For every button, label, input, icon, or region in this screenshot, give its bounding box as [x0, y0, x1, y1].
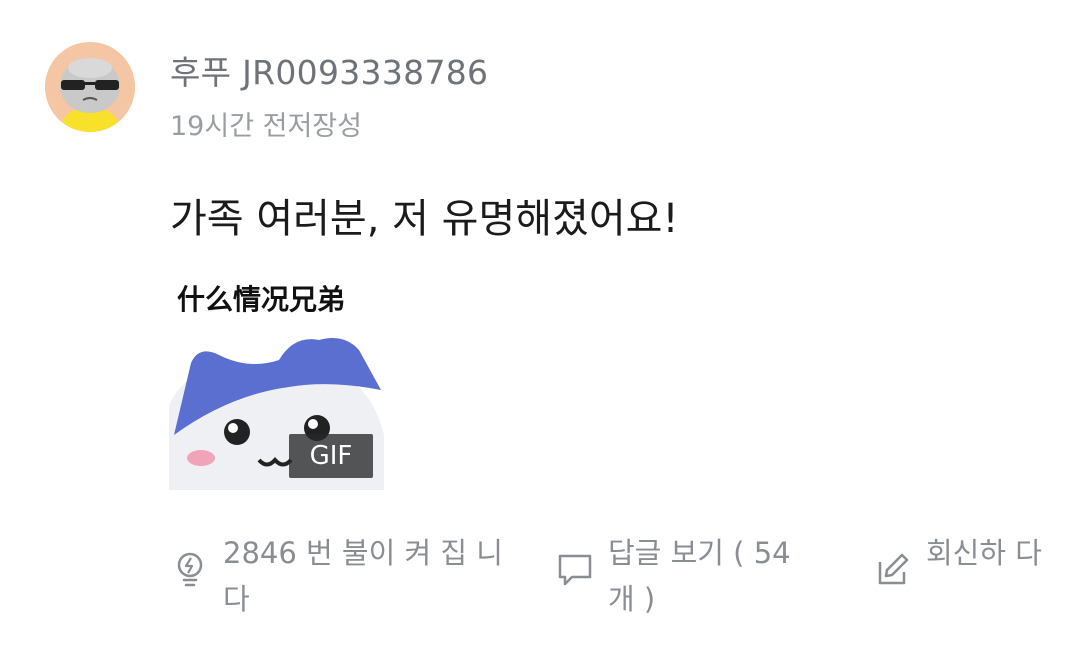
post-gif[interactable]: 什么情况兄弟 GIF — [169, 270, 384, 490]
light-count-label: 2846 번 불이 켜 집 니다 — [223, 536, 503, 616]
light-up-button[interactable]: 2846 번 불이 켜 집 니다 — [171, 530, 511, 622]
post-timestamp: 19시간 전저장성 — [170, 111, 362, 142]
author-name[interactable]: 후푸 JR0093338786 — [170, 46, 488, 94]
author-avatar[interactable] — [45, 42, 135, 132]
avatar-image — [45, 42, 135, 132]
comment-icon — [558, 554, 592, 586]
reply-button[interactable]: 회신하 다 — [874, 530, 1044, 588]
gif-badge: GIF — [289, 434, 373, 478]
lightbulb-icon — [177, 552, 203, 587]
edit-icon — [878, 553, 909, 585]
post-text: 가족 여러분, 저 유명해졌어요! — [170, 196, 679, 242]
view-replies-button[interactable]: 답글 보기 ( 54 개 ) — [556, 530, 816, 622]
view-replies-label: 답글 보기 ( 54 개 ) — [608, 536, 791, 616]
gif-caption: 什么情况兄弟 — [177, 283, 346, 316]
reply-label: 회신하 다 — [926, 536, 1042, 570]
